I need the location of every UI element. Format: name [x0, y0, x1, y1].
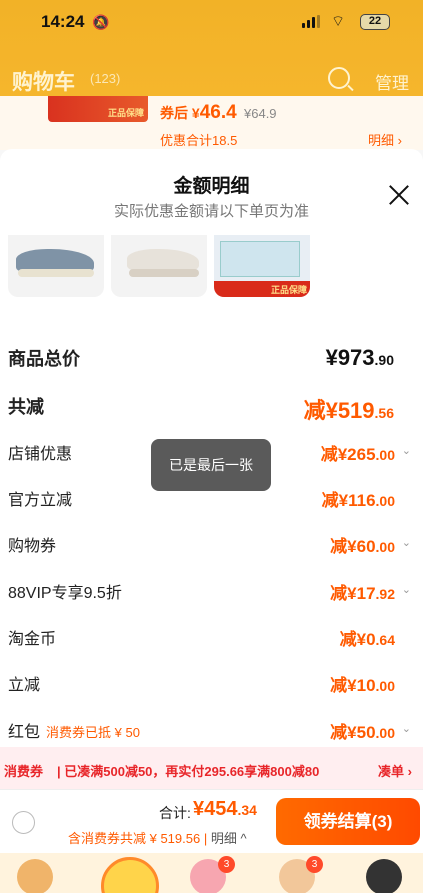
search-icon[interactable]: [328, 67, 350, 89]
product-thumbnail[interactable]: 正品保障: [48, 96, 148, 122]
row-label: 官方立减: [8, 492, 73, 509]
row-label: 共减: [8, 397, 44, 417]
value-dec: .00: [375, 447, 395, 463]
value-main: 减¥17: [330, 584, 376, 603]
row-instant-discount: 立减 减¥10.00: [0, 667, 423, 697]
select-all-radio[interactable]: [12, 811, 35, 834]
total-dec: .34: [237, 802, 257, 818]
row-label: 红包 消费券已抵 ¥ 50: [8, 718, 140, 742]
discount-total: 优惠合计18.5: [160, 133, 238, 148]
row-taojinbi: 淘金币 减¥0.64: [0, 621, 423, 651]
original-price: ¥64.9: [244, 106, 277, 121]
mute-bell-icon: 🔕: [92, 14, 110, 30]
tab-badge: 3: [306, 856, 323, 873]
value-main: 减¥10: [330, 676, 376, 695]
row-value: 减¥265.00: [321, 440, 395, 465]
authentic-strip: 正品保障: [214, 281, 310, 297]
row-label: 店铺优惠: [8, 446, 73, 463]
tab-profile-icon[interactable]: [366, 859, 402, 893]
sheet-title: 金额明细: [173, 176, 250, 197]
coupon-price: 券后 ¥46.4: [160, 102, 237, 124]
page-title: 购物车: [12, 71, 75, 94]
authentic-strip-text: 正品保障: [107, 108, 144, 118]
row-shopping-coupon[interactable]: 购物券 减¥60.00 ⌄: [0, 528, 423, 558]
row-label: 立减: [8, 677, 41, 694]
value-dec: .00: [375, 493, 395, 509]
thumb-strip-text: 正品保障: [270, 285, 307, 295]
value-main: 减¥0: [339, 630, 376, 649]
value-main: 减¥265: [320, 445, 376, 464]
price-value: 46.4: [199, 102, 237, 123]
cart-count: (123): [90, 71, 121, 86]
value-dec: .00: [375, 725, 395, 741]
total-discount-summary: 含消费券共减 ¥ 519.56 | 明细 ^: [68, 828, 247, 847]
add-items-link[interactable]: 凑单 ›: [378, 761, 412, 780]
wifi-icon: ⌔: [331, 13, 346, 30]
tab-home-icon[interactable]: [17, 859, 53, 893]
tab-badge: 3: [218, 856, 235, 873]
product-thumb-1[interactable]: [8, 235, 104, 297]
detail-link[interactable]: 明细 ›: [368, 130, 402, 149]
row-label: 商品总价: [8, 349, 80, 369]
detail-toggle[interactable]: 明细 ^: [211, 831, 247, 846]
row-value: 减¥10.00: [330, 671, 395, 696]
banner-tag: 消费券: [4, 764, 44, 779]
sheet-subtitle: 实际优惠金额请以下单页为准: [113, 203, 309, 220]
total-main: ¥454: [193, 798, 238, 820]
discount-text: 含消费券共减 ¥ 519.56 |: [68, 831, 208, 846]
cart-item-peek[interactable]: 正品保障 券后 ¥46.4 ¥64.9 优惠合计18.5 明细 ›: [0, 96, 423, 150]
row-value: 减¥60.00: [330, 532, 395, 557]
value-dec: .90: [374, 352, 394, 368]
row-label-text: 红包: [8, 724, 41, 741]
value-main: 减¥519: [303, 398, 375, 423]
coupon-tag: 消费券已抵 ¥ 50: [46, 725, 140, 740]
manage-button[interactable]: 管理: [375, 69, 409, 94]
value-main: 减¥50: [330, 723, 376, 742]
value-dec: .92: [375, 586, 395, 602]
row-label: 88VIP专享9.5折: [8, 585, 122, 602]
status-bar: 14:24 🔕 ⌔ 22: [0, 0, 423, 44]
close-icon[interactable]: [386, 182, 412, 208]
row-total-discount: 共减 减¥519.56: [0, 389, 423, 423]
product-box-image: [220, 241, 300, 277]
value-main: 减¥60: [330, 537, 376, 556]
value-dec: .56: [374, 405, 394, 421]
chevron-down-icon[interactable]: ⌄: [402, 583, 411, 596]
row-value: 减¥0.64: [340, 625, 395, 650]
price-prefix: 券后: [160, 105, 188, 121]
checkout-bar: 合计: ¥454.34 含消费券共减 ¥ 519.56 | 明细 ^ 领券结算(…: [0, 789, 423, 853]
signal-icon: [302, 15, 322, 28]
value-main: ¥973: [325, 345, 375, 370]
tab-bar: 3 3: [0, 853, 423, 893]
chevron-down-icon[interactable]: ⌄: [402, 444, 411, 457]
value-dec: .00: [375, 678, 395, 694]
row-value: 减¥116.00: [322, 486, 395, 511]
row-red-packet[interactable]: 红包 消费券已抵 ¥ 50 减¥50.00 ⌄: [0, 714, 423, 744]
row-value: 减¥50.00: [330, 718, 395, 743]
row-value: ¥973.90: [326, 345, 394, 371]
row-value: 减¥519.56: [304, 393, 394, 425]
coupon-banner[interactable]: 消费券 | 已凑满500减50，再实付295.66享满800减80 凑单 ›: [0, 747, 423, 789]
value-dec: .64: [375, 632, 395, 648]
row-label: 淘金币: [8, 631, 57, 648]
toast: 已是最后一张: [151, 439, 271, 491]
banner-text: | 已凑满500减50，再实付295.66享满800减80: [57, 764, 320, 779]
row-88vip[interactable]: 88VIP专享9.5折 减¥17.92 ⌄: [0, 575, 423, 605]
checkout-button[interactable]: 领券结算(3): [276, 798, 420, 845]
chevron-down-icon[interactable]: ⌄: [402, 722, 411, 735]
row-value: 减¥17.92: [330, 579, 395, 604]
total-label: 合计:: [159, 805, 191, 821]
tab-coin-icon[interactable]: [101, 857, 159, 893]
row-label: 购物券: [8, 538, 57, 555]
product-thumb-3[interactable]: 正品保障: [214, 235, 310, 297]
value-main: 减¥116: [321, 491, 376, 510]
value-dec: .00: [375, 539, 395, 555]
status-time: 14:24: [41, 12, 85, 31]
price-currency: ¥: [191, 105, 200, 121]
total-value: ¥454.34: [193, 798, 257, 821]
product-thumb-2[interactable]: [111, 235, 207, 297]
row-total-price: 商品总价 ¥973.90: [0, 341, 423, 371]
chevron-down-icon[interactable]: ⌄: [402, 536, 411, 549]
battery-icon: 22: [360, 14, 390, 30]
